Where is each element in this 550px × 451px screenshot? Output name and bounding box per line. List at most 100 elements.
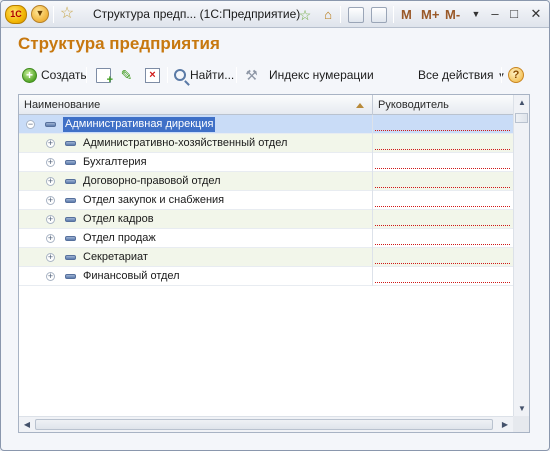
vertical-scrollbar[interactable]: ▲ ▼ [513, 95, 529, 417]
group-folder-icon [65, 141, 76, 146]
scroll-left-arrow-icon[interactable]: ◀ [19, 417, 35, 432]
help-icon: ? [508, 67, 524, 83]
sort-order-icon[interactable] [356, 102, 364, 108]
structure-table[interactable]: Наименование Руководитель − Административ… [18, 94, 530, 433]
cell-name[interactable]: + Отдел кадров [19, 210, 373, 229]
toolbar-separator [167, 67, 168, 83]
titlebar-separator [53, 6, 54, 23]
all-actions-label: Все действия [418, 68, 494, 82]
expand-icon[interactable]: + [46, 196, 55, 205]
table-row[interactable]: + Административно-хозяйственный отдел [19, 134, 513, 153]
all-actions-menu[interactable]: Все действия ▼ [418, 64, 505, 86]
row-label: Административно-хозяйственный отдел [83, 137, 288, 149]
table-header: Наименование Руководитель [19, 95, 513, 115]
find-button[interactable]: Найти... [174, 64, 234, 86]
cell-name[interactable]: + Бухгалтерия [19, 153, 373, 172]
column-header-name[interactable]: Наименование [19, 95, 373, 115]
table-row[interactable]: + Отдел закупок и снабжения [19, 191, 513, 210]
row-label: Финансовый отдел [83, 270, 180, 282]
expand-icon[interactable]: + [46, 139, 55, 148]
add-to-favorites-icon[interactable]: ☆ [297, 7, 313, 23]
expand-icon[interactable]: + [46, 215, 55, 224]
cell-name[interactable]: + Отдел продаж [19, 229, 373, 248]
edit-button[interactable]: ✎ [119, 64, 134, 86]
logo-1c-icon[interactable]: 1С [5, 5, 27, 24]
horizontal-scroll-thumb[interactable] [35, 419, 493, 430]
numbering-index-button[interactable]: ⚒ Индекс нумерации [244, 64, 374, 86]
table-row[interactable]: + Бухгалтерия [19, 153, 513, 172]
expand-icon[interactable]: + [46, 253, 55, 262]
table-body: − Административная дирекция + Административ… [19, 115, 513, 286]
close-button[interactable]: ✕ [527, 5, 545, 23]
delete-button[interactable]: × [145, 64, 160, 86]
group-folder-icon [65, 236, 76, 241]
cell-manager[interactable] [375, 270, 510, 283]
row-label: Секретариат [83, 251, 148, 263]
cell-manager[interactable] [375, 137, 510, 150]
group-folder-icon [45, 122, 56, 127]
table-row[interactable]: + Отдел продаж [19, 229, 513, 248]
cell-name[interactable]: + Административно-хозяйственный отдел [19, 134, 373, 153]
horizontal-scrollbar[interactable]: ◀ ▶ [19, 416, 513, 432]
dropdown-arrow-icon[interactable]: ▼ [467, 5, 485, 23]
form-toolbar: + Создать ✎ × Найти... ⚒ Индекс нумераци… [18, 64, 530, 86]
create-button-label: Создать [41, 68, 87, 82]
cell-name[interactable]: + Отдел закупок и снабжения [19, 191, 373, 210]
help-button[interactable]: ? [508, 64, 524, 86]
delete-mark-icon: × [145, 67, 160, 83]
toolbar-separator [236, 67, 237, 83]
row-label: Отдел продаж [83, 232, 156, 244]
row-label: Договорно-правовой отдел [83, 175, 221, 187]
cell-name[interactable]: + Секретариат [19, 248, 373, 267]
expand-icon[interactable]: + [46, 234, 55, 243]
expand-icon[interactable]: + [46, 177, 55, 186]
window-title: Структура предп... (1С:Предприятие) [93, 7, 301, 21]
favorites-star-icon[interactable]: ☆ [58, 5, 76, 24]
memory-m-button[interactable]: M [401, 6, 412, 25]
cell-name[interactable]: + Финансовый отдел [19, 267, 373, 286]
table-row[interactable]: + Договорно-правовой отдел [19, 172, 513, 191]
table-row[interactable]: + Секретариат [19, 248, 513, 267]
titlebar-separator [340, 6, 341, 23]
row-label: Отдел закупок и снабжения [83, 194, 225, 206]
column-header-manager[interactable]: Руководитель [373, 95, 513, 115]
group-folder-icon [65, 198, 76, 203]
create-button[interactable]: + Создать [22, 64, 87, 86]
cell-manager[interactable] [375, 251, 510, 264]
minimize-button[interactable]: – [486, 5, 504, 23]
table-row[interactable]: − Административная дирекция [19, 115, 513, 134]
calendar-icon[interactable] [371, 7, 387, 23]
memory-plus-button[interactable]: M+ [421, 6, 439, 25]
cell-name[interactable]: − Административная дирекция [19, 115, 373, 134]
cell-manager[interactable] [375, 175, 510, 188]
cell-manager[interactable] [375, 213, 510, 226]
row-label: Отдел кадров [83, 213, 154, 225]
numbering-index-label: Индекс нумерации [269, 68, 374, 82]
scroll-right-arrow-icon[interactable]: ▶ [497, 417, 513, 432]
main-menu-button[interactable]: ▼ [31, 5, 49, 23]
cell-manager[interactable] [375, 194, 510, 207]
pencil-icon: ✎ [120, 66, 133, 83]
wrench-icon: ⚒ [245, 66, 258, 83]
plus-icon: + [22, 67, 37, 83]
expand-icon[interactable]: + [46, 158, 55, 167]
scroll-down-arrow-icon[interactable]: ▼ [514, 401, 529, 417]
cell-name[interactable]: + Договорно-правовой отдел [19, 172, 373, 191]
cell-manager[interactable] [375, 156, 510, 169]
home-page-icon[interactable]: ⌂ [320, 7, 336, 23]
vertical-scroll-thumb[interactable] [515, 113, 528, 123]
toolbar-separator [501, 67, 502, 83]
scroll-up-arrow-icon[interactable]: ▲ [514, 95, 529, 111]
collapse-icon[interactable]: − [26, 120, 35, 129]
table-row[interactable]: + Отдел кадров [19, 210, 513, 229]
cell-manager[interactable] [375, 232, 510, 245]
restore-button[interactable]: □ [505, 5, 523, 23]
table-row[interactable]: + Финансовый отдел [19, 267, 513, 286]
memory-minus-button[interactable]: M- [445, 6, 460, 25]
group-folder-icon [65, 274, 76, 279]
expand-icon[interactable]: + [46, 272, 55, 281]
copy-button[interactable] [96, 64, 113, 86]
calculator-icon[interactable] [348, 7, 364, 23]
cell-manager[interactable] [375, 118, 510, 131]
scrollbar-corner [513, 416, 529, 432]
